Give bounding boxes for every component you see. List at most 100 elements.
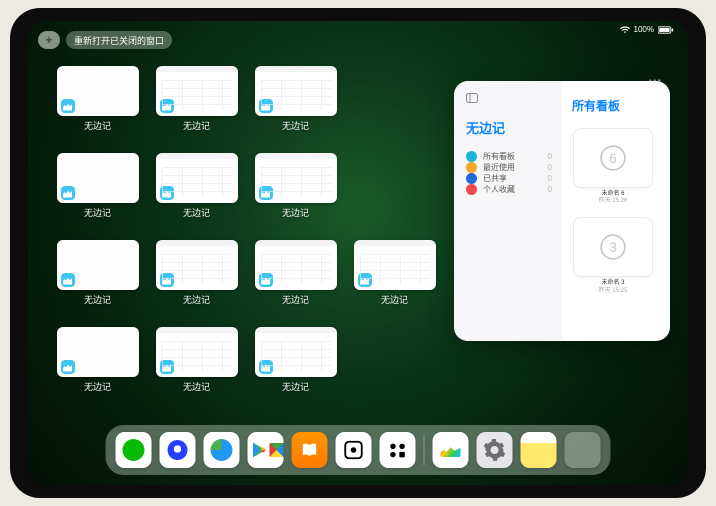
app-window[interactable]: 无边记 bbox=[352, 240, 437, 312]
app-window[interactable]: 无边记 bbox=[55, 240, 140, 312]
sidebar-menu-item[interactable]: 已共享 0 bbox=[466, 173, 552, 184]
board-thumbnail: 3 bbox=[573, 217, 653, 277]
dock-app-freeform[interactable] bbox=[433, 432, 469, 468]
board-thumbnail: 6 bbox=[573, 128, 653, 188]
board-card[interactable]: 6 未命名 6昨天 15:26 bbox=[572, 128, 654, 205]
freeform-icon bbox=[61, 186, 75, 200]
popover-sidebar: 无边记 所有看板 0 最近使用 0 已共享 0 个人收藏 0 bbox=[454, 81, 562, 341]
battery-percent: 100% bbox=[634, 25, 654, 34]
app-window[interactable]: 无边记 bbox=[253, 153, 338, 225]
menu-item-label: 最近使用 bbox=[483, 162, 515, 173]
menu-item-count: 0 bbox=[548, 152, 552, 161]
new-window-button[interactable]: + bbox=[38, 31, 60, 49]
menu-item-label: 个人收藏 bbox=[483, 184, 515, 195]
status-bar: 100% bbox=[620, 25, 674, 34]
freeform-popover: 无边记 所有看板 0 最近使用 0 已共享 0 个人收藏 0 所有看板 6 未命… bbox=[454, 81, 670, 341]
board-card[interactable]: 3 未命名 3昨天 15:25 bbox=[572, 217, 654, 294]
menu-item-icon bbox=[466, 151, 477, 162]
freeform-icon bbox=[160, 186, 174, 200]
freeform-icon bbox=[61, 273, 75, 287]
app-window-label: 无边记 bbox=[183, 206, 210, 219]
app-window-label: 无边记 bbox=[84, 206, 111, 219]
wifi-icon bbox=[620, 26, 630, 34]
dock-app-qqbrowser[interactable] bbox=[160, 432, 196, 468]
app-window-label: 无边记 bbox=[183, 293, 210, 306]
app-window[interactable]: 无边记 bbox=[154, 240, 239, 312]
app-window[interactable]: 无边记 bbox=[253, 240, 338, 312]
app-window-thumbnail[interactable] bbox=[354, 240, 436, 290]
freeform-icon bbox=[61, 99, 75, 113]
popover-left-title: 无边记 bbox=[466, 118, 552, 137]
app-window[interactable]: 无边记 bbox=[55, 327, 140, 399]
dock-app-settings[interactable] bbox=[477, 432, 513, 468]
sidebar-toggle-icon[interactable] bbox=[466, 93, 552, 106]
app-window-thumbnail[interactable] bbox=[255, 66, 337, 116]
dock-app-quark[interactable] bbox=[204, 432, 240, 468]
freeform-icon bbox=[259, 273, 273, 287]
app-window-label: 无边记 bbox=[282, 293, 309, 306]
app-window-label: 无边记 bbox=[282, 206, 309, 219]
dock-app-wechat[interactable] bbox=[116, 432, 152, 468]
app-window[interactable]: 无边记 bbox=[154, 153, 239, 225]
top-controls: + 重新打开已关闭的窗口 bbox=[38, 31, 172, 49]
sidebar-menu-item[interactable]: 个人收藏 0 bbox=[466, 184, 552, 195]
reopen-closed-window-button[interactable]: 重新打开已关闭的窗口 bbox=[66, 31, 172, 49]
svg-text:6: 6 bbox=[609, 151, 617, 166]
app-window-thumbnail[interactable] bbox=[156, 327, 238, 377]
freeform-icon bbox=[160, 360, 174, 374]
popover-content: 所有看板 6 未命名 6昨天 15:26 3 未命名 3昨天 15:25 bbox=[562, 81, 670, 341]
app-window[interactable]: 无边记 bbox=[154, 66, 239, 138]
app-window[interactable]: 无边记 bbox=[55, 153, 140, 225]
menu-item-label: 所有看板 bbox=[483, 151, 515, 162]
app-switcher-grid: 无边记 无边记 无边记 无边记 无边记 bbox=[55, 66, 443, 399]
app-window-thumbnail[interactable] bbox=[255, 327, 337, 377]
ipad-frame: 100% + 重新打开已关闭的窗口 无边记 无边记 无边记 bbox=[10, 8, 706, 498]
app-window[interactable]: 无边记 bbox=[55, 66, 140, 138]
app-window-thumbnail[interactable] bbox=[156, 240, 238, 290]
app-window[interactable]: 无边记 bbox=[253, 66, 338, 138]
sidebar-menu-item[interactable]: 所有看板 0 bbox=[466, 151, 552, 162]
app-window-label: 无边记 bbox=[84, 119, 111, 132]
board-title: 未命名 3昨天 15:25 bbox=[599, 280, 628, 294]
freeform-icon bbox=[259, 186, 273, 200]
popover-right-title: 所有看板 bbox=[572, 97, 660, 114]
dock-app-library[interactable] bbox=[565, 432, 601, 468]
app-window-thumbnail[interactable] bbox=[156, 153, 238, 203]
app-window-thumbnail[interactable] bbox=[57, 66, 139, 116]
app-window-thumbnail[interactable] bbox=[57, 327, 139, 377]
freeform-icon bbox=[259, 360, 273, 374]
app-window-label: 无边记 bbox=[84, 380, 111, 393]
dock-app-playstore[interactable] bbox=[248, 432, 284, 468]
freeform-icon bbox=[259, 99, 273, 113]
dock-separator bbox=[424, 435, 425, 465]
menu-item-label: 已共享 bbox=[483, 173, 507, 184]
ipad-screen: 100% + 重新打开已关闭的窗口 无边记 无边记 无边记 bbox=[28, 21, 688, 485]
board-subtitle: 昨天 15:25 bbox=[599, 288, 628, 295]
dock bbox=[106, 425, 611, 475]
board-title: 未命名 6昨天 15:26 bbox=[599, 191, 628, 205]
menu-item-count: 0 bbox=[548, 174, 552, 183]
app-window-thumbnail[interactable] bbox=[255, 153, 337, 203]
app-window-label: 无边记 bbox=[84, 293, 111, 306]
app-window-label: 无边记 bbox=[282, 119, 309, 132]
dock-app-shapes[interactable] bbox=[380, 432, 416, 468]
menu-item-icon bbox=[466, 184, 477, 195]
freeform-icon bbox=[160, 99, 174, 113]
app-window[interactable]: 无边记 bbox=[154, 327, 239, 399]
sidebar-menu-item[interactable]: 最近使用 0 bbox=[466, 162, 552, 173]
dock-app-notes[interactable] bbox=[521, 432, 557, 468]
freeform-icon bbox=[61, 360, 75, 374]
app-window-thumbnail[interactable] bbox=[57, 153, 139, 203]
dock-app-books[interactable] bbox=[292, 432, 328, 468]
menu-item-count: 0 bbox=[548, 163, 552, 172]
app-window-thumbnail[interactable] bbox=[57, 240, 139, 290]
app-window-thumbnail[interactable] bbox=[255, 240, 337, 290]
menu-item-icon bbox=[466, 173, 477, 184]
svg-text:3: 3 bbox=[609, 240, 617, 255]
freeform-icon bbox=[160, 273, 174, 287]
app-window-label: 无边记 bbox=[183, 380, 210, 393]
app-window-label: 无边记 bbox=[183, 119, 210, 132]
app-window[interactable]: 无边记 bbox=[253, 327, 338, 399]
dock-app-dice[interactable] bbox=[336, 432, 372, 468]
app-window-thumbnail[interactable] bbox=[156, 66, 238, 116]
